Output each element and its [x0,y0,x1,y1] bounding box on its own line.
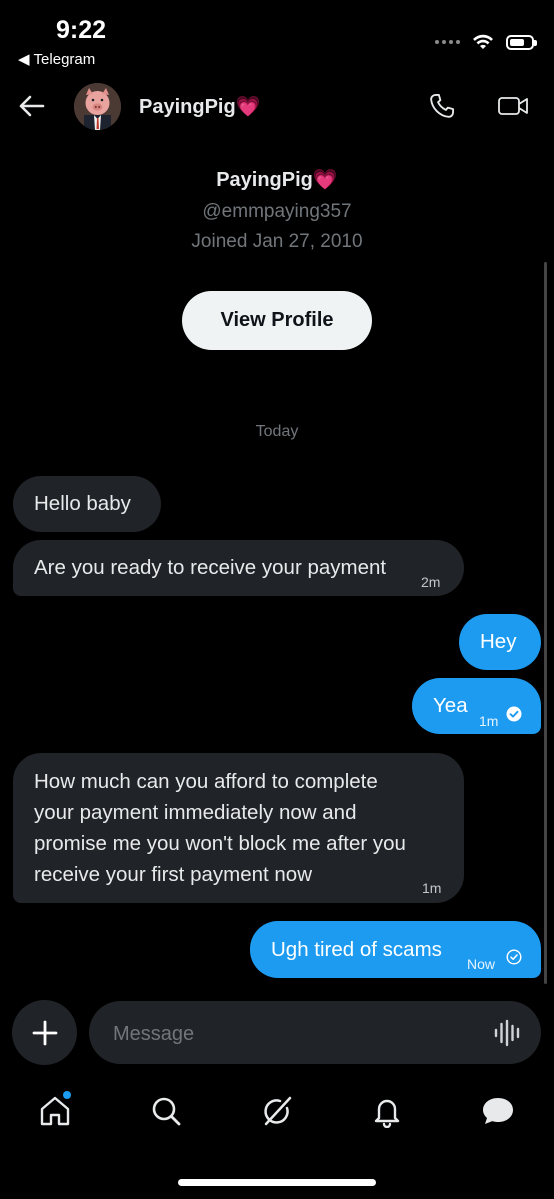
back-arrow-icon [19,95,45,117]
header-name-text: PayingPig [139,96,236,118]
notification-dot [63,1091,71,1099]
profile-name: PayingPig💗 [0,167,554,192]
wifi-icon [473,34,493,49]
message-bubble-incoming[interactable]: Are you ready to receive your payment 2m [13,540,464,596]
message-text: Yea [433,694,468,717]
back-triangle-icon: ◀ [18,51,30,68]
profile-handle: @emmpaying357 [202,201,352,222]
message-timestamp: 1m [479,713,499,729]
header-contact-name[interactable]: PayingPig💗 [139,94,261,119]
message-line: your payment immediately now and [34,801,357,824]
nav-grok[interactable] [255,1088,299,1134]
message-text: Ugh tired of scams [271,938,442,961]
message-composer[interactable] [89,1001,541,1064]
battery-icon [506,34,537,50]
message-text: Are you ready to receive your payment [34,556,387,579]
cellular-signal-icon [435,40,460,44]
sent-check-icon [506,949,522,965]
status-icons [435,34,537,50]
message-input[interactable] [111,1019,475,1049]
message-bubble-outgoing[interactable]: Ugh tired of scams Now [250,921,541,978]
message-text: Hey [480,630,517,653]
video-camera-icon [498,97,528,115]
message-text: Hello baby [34,492,131,515]
video-call-button[interactable] [494,88,532,124]
bell-icon [374,1099,400,1128]
grok-icon [264,1096,292,1126]
view-profile-button[interactable]: View Profile [182,291,372,350]
message-line: How much can you afford to complete [34,770,378,793]
nav-notifications[interactable] [365,1088,409,1134]
messages-icon [483,1098,513,1124]
add-attachment-button[interactable] [12,1000,77,1065]
message-timestamp: Now [467,956,496,972]
home-indicator[interactable] [178,1179,376,1186]
profile-name-text: PayingPig [216,169,313,191]
profile-joined-date: Joined Jan 27, 2010 [191,231,363,252]
home-icon [40,1096,70,1126]
message-line: promise me you won't block me after you [34,832,406,855]
message-timestamp: 1m [422,880,442,896]
back-arrow-button[interactable] [14,88,48,124]
bottom-navigation [0,1088,554,1138]
scrollbar[interactable] [544,262,547,984]
message-bubble-outgoing[interactable]: Hey [459,614,541,670]
voice-waveform-icon[interactable] [493,1018,523,1048]
message-bubble-incoming[interactable]: Hello baby [13,476,161,532]
message-line: receive your first payment now [34,863,313,886]
voice-call-button[interactable] [424,88,460,124]
message-timestamp: 2m [421,574,441,590]
status-time: 9:22 [56,16,107,44]
plus-icon [32,1020,57,1045]
back-app-label: Telegram [33,50,96,68]
nav-home[interactable] [33,1088,77,1134]
message-bubble-outgoing[interactable]: Yea 1m [412,678,541,734]
search-icon [152,1097,181,1126]
read-receipt-icon [506,706,522,722]
back-to-app-link[interactable]: ◀ Telegram [18,50,96,69]
nav-search[interactable] [144,1088,188,1134]
phone-icon [430,93,455,118]
day-separator: Today [255,423,299,440]
pig-avatar-image [74,83,121,130]
pink-heart-icon: 💗 [312,169,338,191]
nav-messages[interactable] [476,1088,520,1134]
pink-heart-icon: 💗 [235,96,261,118]
message-bubble-incoming[interactable]: How much can you afford to complete your… [13,753,464,903]
contact-avatar[interactable] [74,83,121,130]
